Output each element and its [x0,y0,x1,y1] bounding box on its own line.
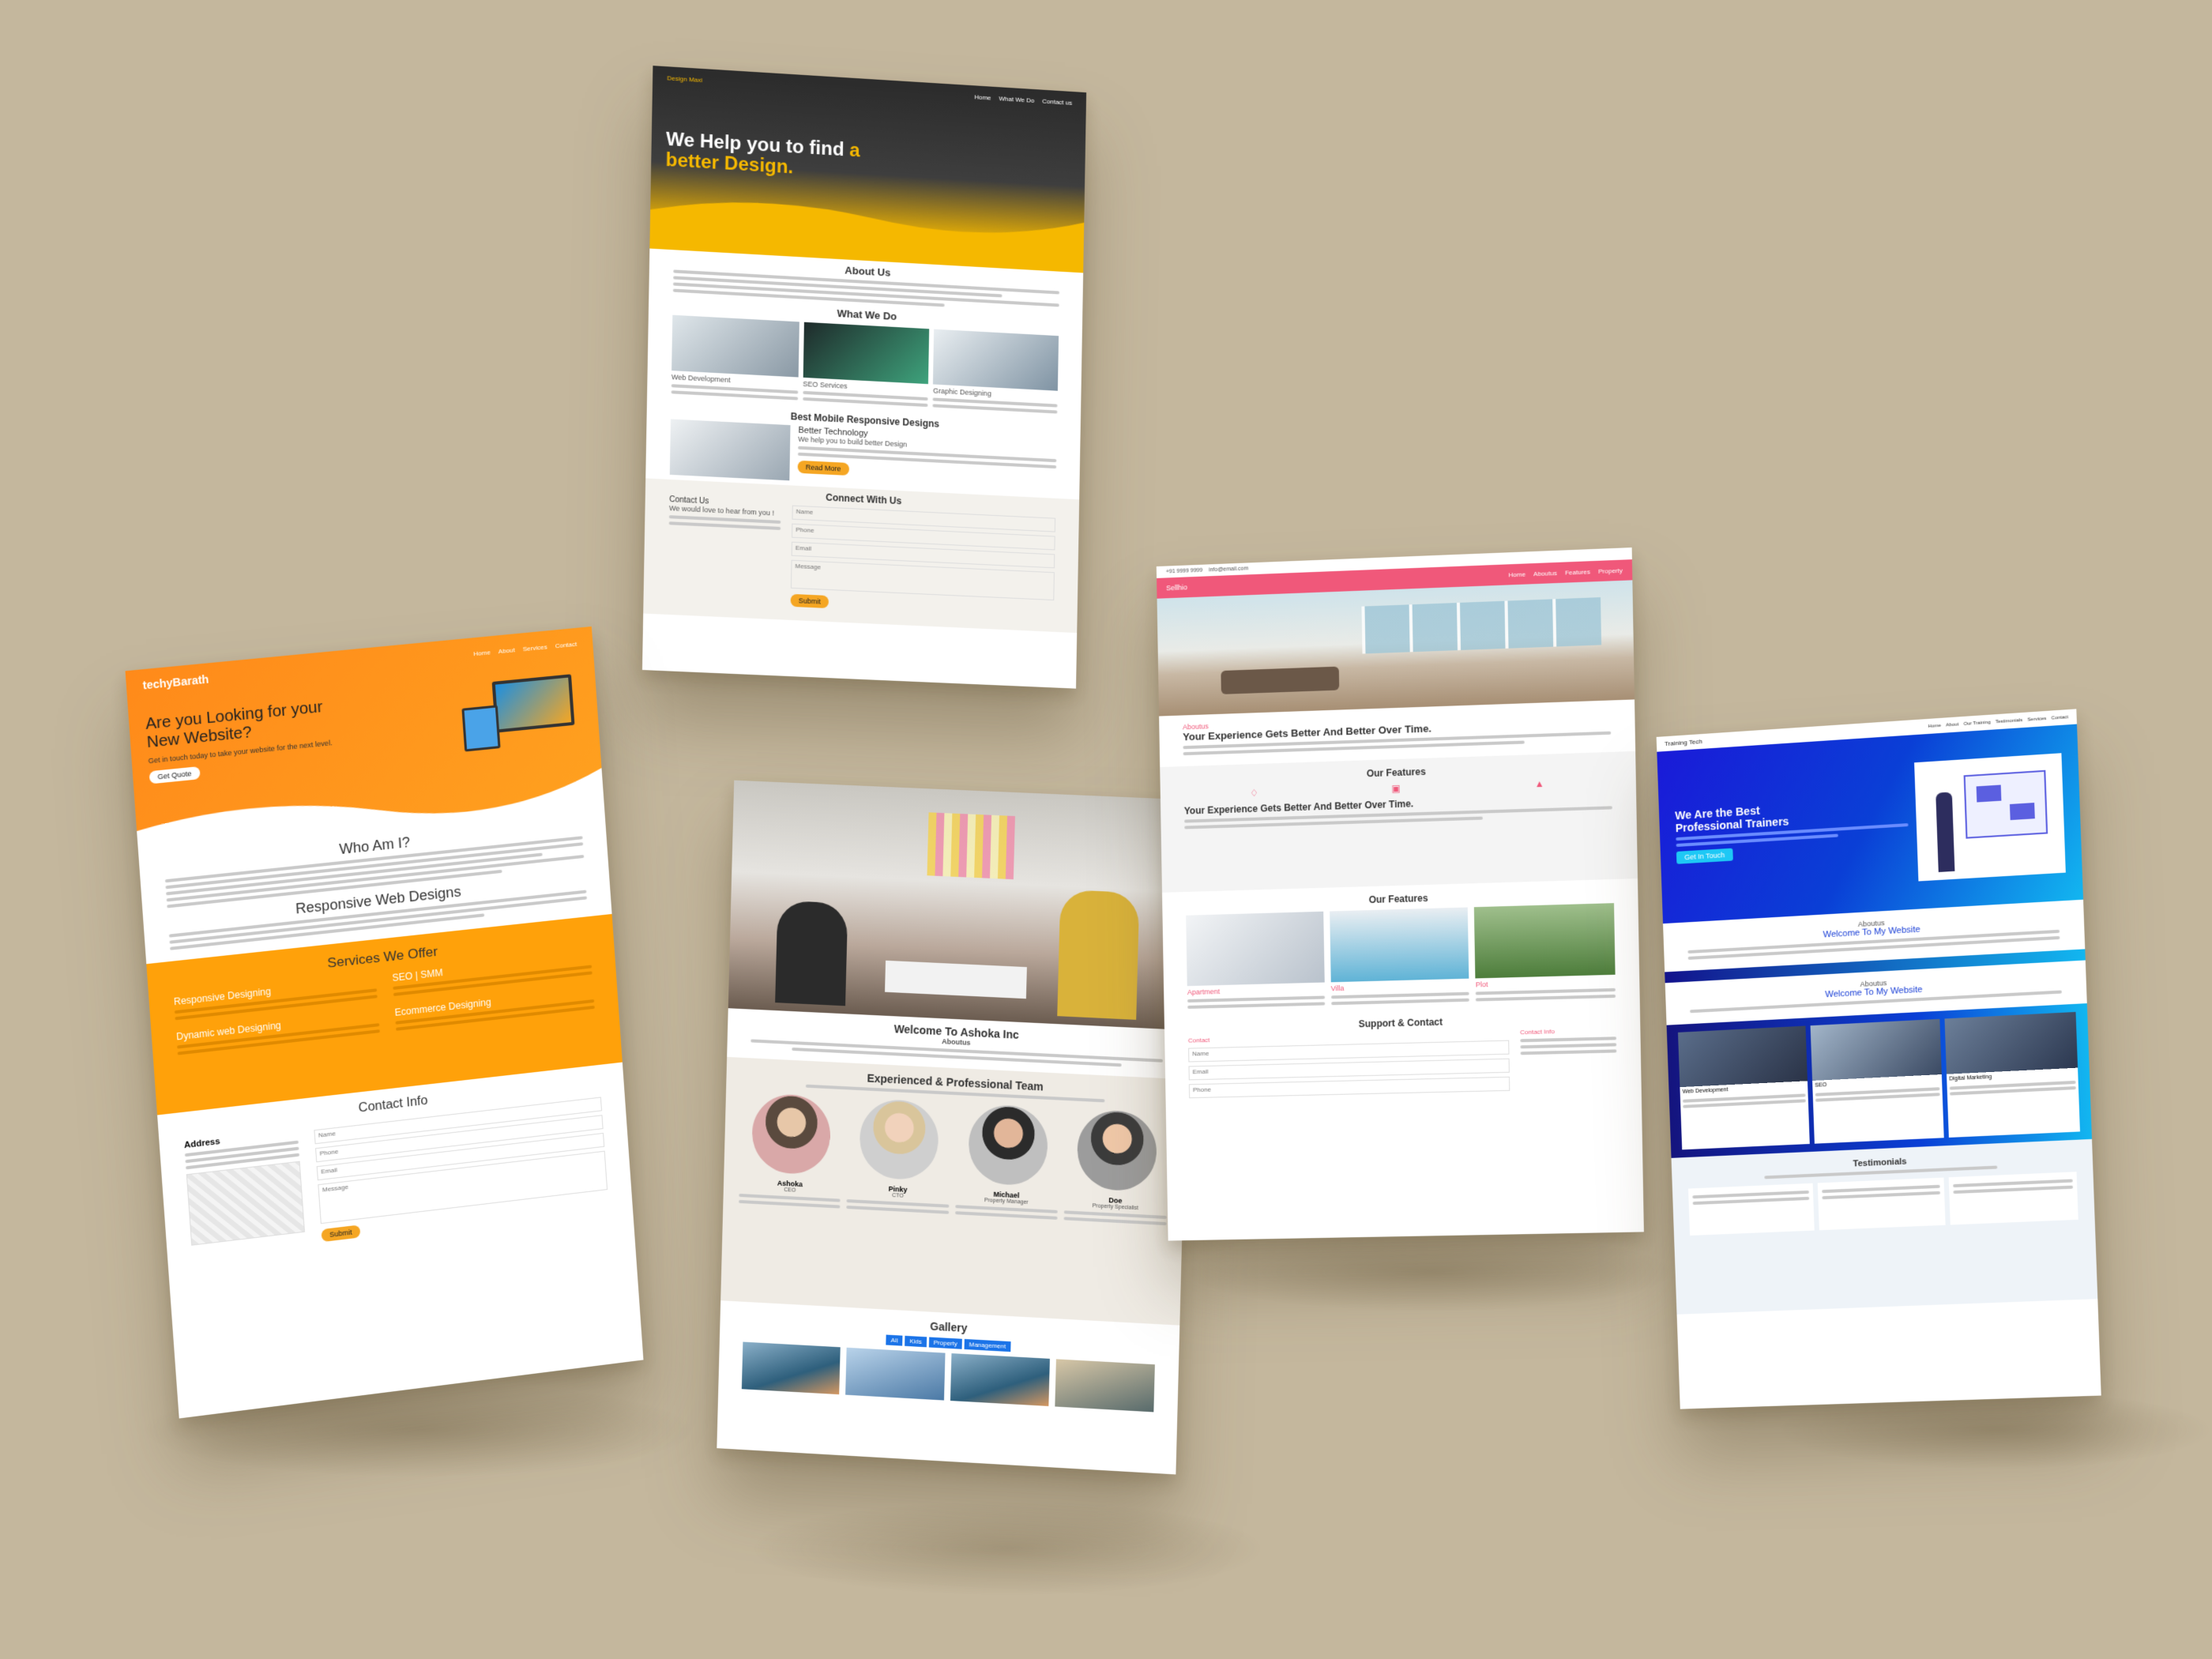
feature-icon: ▣ [1391,782,1401,795]
listing-card[interactable]: Plot [1474,903,1616,1004]
gallery-image[interactable] [741,1341,841,1395]
nav-link-aboutus[interactable]: Aboutus [1533,569,1557,577]
training-section: Web Development SEO Digital Marketing [1666,1003,2092,1158]
gallery-image[interactable] [950,1353,1050,1406]
service-card: Web Development [671,314,799,404]
avatar [859,1098,940,1181]
website-mockup-techybarath: techyBarath Home About Services Contact … [125,626,644,1419]
nav-link-features[interactable]: Features [1565,568,1590,576]
avatar [967,1103,1048,1187]
avatar [751,1093,832,1176]
nav-brand[interactable]: Design Maxi [667,74,702,84]
team-section: Experienced & Professional Team Ashoka CE… [720,1056,1187,1326]
email-field[interactable]: Email [1188,1058,1510,1081]
service-cards: Web Development SEO Services Graphic Des… [671,314,1059,417]
training-card[interactable]: Web Development [1677,1025,1810,1150]
nav-link-home[interactable]: Home [974,93,991,101]
nav-link-services[interactable]: Services [2027,716,2046,722]
website-mockup-training-tech: Training Tech Home About Our Training Te… [1656,709,2101,1409]
hero: We Are the Best Professional Trainers Ge… [1657,724,2084,924]
nav-link-what[interactable]: What We Do [999,95,1034,104]
nav-link-testimonials[interactable]: Testimonials [1996,718,2022,724]
nav-links: Home What We Do Contact us [974,93,1072,107]
testimonial-card [1817,1177,1946,1231]
read-more-button[interactable]: Read More [797,460,849,476]
website-mockup-design-maxi: Design Maxi Home What We Do Contact us W… [641,66,1087,689]
listing-card[interactable]: Apartment [1186,911,1325,1012]
floor-shadow [750,1501,1264,1596]
nav-link-about[interactable]: About [1946,722,1958,728]
nav-link-home[interactable]: Home [473,649,491,657]
training-card[interactable]: SEO [1810,1018,1944,1144]
feature-icon: ♢ [1250,787,1259,799]
nav-link-services[interactable]: Services [523,643,547,653]
testimonial-card [1687,1183,1815,1236]
team-member: Pinky CTO [846,1097,951,1217]
tab-management[interactable]: Management [964,1338,1011,1352]
tab-property[interactable]: Property [928,1337,962,1349]
nav-link-training[interactable]: Our Training [1963,720,1990,726]
devices-illustration [460,673,584,755]
contact-info-label: Contact Info [1520,1028,1555,1036]
team-member: Ashoka CEO [739,1093,843,1212]
nav-link-contact[interactable]: Contact [2052,715,2069,720]
team-member: Doe Property Specialist [1063,1108,1169,1228]
brand-logo[interactable]: techyBarath [142,672,209,691]
contact-form: Name Phone Email Message Submit [790,502,1056,619]
mobile-image [669,419,791,481]
hero: Design Maxi Home What We Do Contact us W… [649,66,1087,250]
nav-link-contact[interactable]: Contact us [1042,98,1072,107]
nav-links: Home About Services Contact [473,640,577,657]
gallery-image[interactable] [845,1347,946,1401]
brand-logo[interactable]: Sellhio [1166,583,1187,592]
nav-link-home[interactable]: Home [1508,570,1525,578]
hero-title: We Help you to find a better Design. [665,128,860,179]
map [186,1161,306,1246]
submit-button[interactable]: Submit [790,593,830,609]
nav-link-about[interactable]: About [498,646,515,655]
service-card: SEO Services [802,322,930,410]
nav-link-home[interactable]: Home [1928,723,1941,728]
feature-icon: ▲ [1534,777,1544,790]
hero-photo [1157,580,1635,717]
team-member: Michael Property Manager [954,1103,1059,1223]
submit-button[interactable]: Submit [321,1224,361,1243]
tab-all[interactable]: All [886,1334,903,1346]
website-mockup-sellhio: +91 9999 9999 info@email.com Sellhio Hom… [1156,547,1644,1241]
get-in-touch-button[interactable]: Get In Touch [1676,848,1733,864]
hero-photo [728,780,1194,1031]
phone-text[interactable]: +91 9999 9999 [1166,568,1203,575]
training-card[interactable]: Digital Marketing [1944,1011,2080,1138]
phone-field[interactable]: Phone [1188,1076,1510,1099]
hero-illustration [1914,753,2066,882]
testimonial-card [1948,1172,2078,1225]
get-quote-button[interactable]: Get Quote [149,766,201,784]
email-text[interactable]: info@email.com [1209,566,1248,573]
avatar [1076,1108,1158,1193]
tab-kids[interactable]: Kids [905,1335,927,1348]
floor-shadow [1185,1232,1675,1311]
service-card: Graphic Designing [932,329,1059,417]
hero-title: We Are the Best Professional Trainers [1674,803,1789,835]
contact-form: Contact Name Email Phone [1188,1029,1510,1103]
listing-cards: Apartment Villa Plot [1186,903,1616,1012]
listing-card[interactable]: Villa [1329,907,1470,1008]
gallery-image[interactable] [1055,1359,1155,1413]
website-mockup-ashoka-inc: Welcome To Ashoka Inc Aboutus Experience… [717,780,1194,1475]
nav-link-property[interactable]: Property [1598,566,1623,574]
nav-link-contact[interactable]: Contact [555,640,577,649]
brand-logo[interactable]: Training Tech [1665,738,1702,747]
